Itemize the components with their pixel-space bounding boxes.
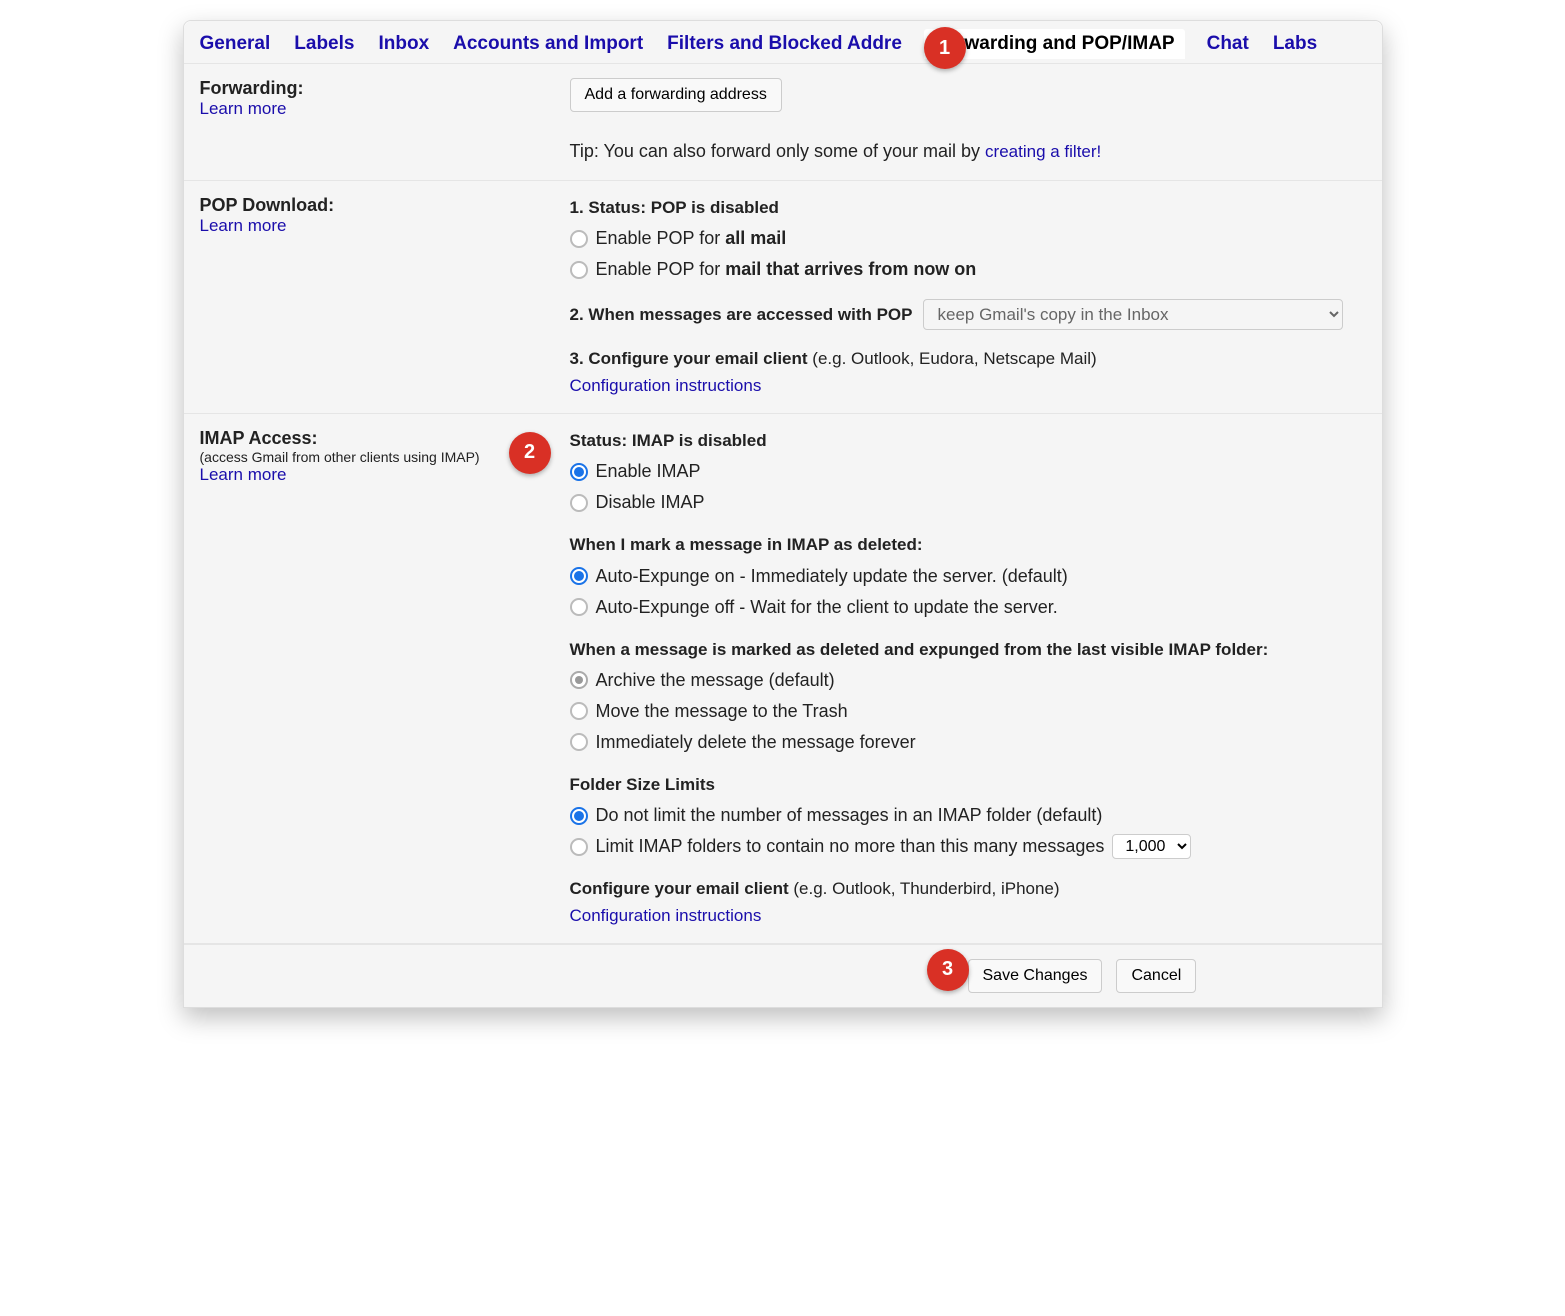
limit-folders-select[interactable]: 1,000 [1112,834,1191,859]
pop-config-suffix: (e.g. Outlook, Eudora, Netscape Mail) [812,349,1096,368]
label-expunge-off: Auto-Expunge off - Wait for the client t… [596,594,1058,621]
pop-configure-heading: 3. Configure your email client (e.g. Out… [570,346,1366,372]
radio-pop-from-now[interactable] [570,261,588,279]
annotation-callout-2: 2 [509,432,551,474]
tab-chat[interactable]: Chat [1207,33,1249,55]
tab-general[interactable]: General [200,33,271,55]
footer-actions: 3 Save Changes Cancel [184,944,1382,1007]
label-limit-folders: Limit IMAP folders to contain no more th… [596,833,1105,860]
tab-accounts[interactable]: Accounts and Import [453,33,643,55]
pop-now-bold: mail that arrives from now on [725,259,976,279]
pop-config-instructions-link[interactable]: Configuration instructions [570,376,762,395]
imap-status-value: IMAP is disabled [632,431,767,450]
annotation-callout-1: 1 [924,27,966,69]
folder-size-heading: Folder Size Limits [570,772,1366,798]
radio-archive-message[interactable] [570,671,588,689]
section-forwarding: Forwarding: Learn more Add a forwarding … [184,64,1382,181]
radio-delete-forever[interactable] [570,733,588,751]
forwarding-learn-more-link[interactable]: Learn more [200,99,287,118]
label-trash-message: Move the message to the Trash [596,698,848,725]
radio-imap-disable[interactable] [570,494,588,512]
label-imap-disable: Disable IMAP [596,489,705,516]
imap-expunged-heading: When a message is marked as deleted and … [570,637,1366,663]
label-archive-message: Archive the message (default) [596,667,835,694]
tab-inbox[interactable]: Inbox [378,33,429,55]
imap-subtext: (access Gmail from other clients using I… [200,449,560,465]
imap-config-suffix: (e.g. Outlook, Thunderbird, iPhone) [793,879,1059,898]
tab-filters[interactable]: Filters and Blocked Addre [667,33,902,55]
radio-trash-message[interactable] [570,702,588,720]
forwarding-tip: Tip: You can also forward only some of y… [570,138,1366,166]
imap-mark-deleted-heading: When I mark a message in IMAP as deleted… [570,532,1366,558]
imap-config-prefix: Configure your email client [570,879,794,898]
imap-status-prefix: Status: [570,431,632,450]
imap-config-instructions-link[interactable]: Configuration instructions [570,906,762,925]
label-imap-enable: Enable IMAP [596,458,701,485]
forwarding-title: Forwarding: [200,78,560,99]
radio-no-limit[interactable] [570,807,588,825]
imap-learn-more-link[interactable]: Learn more [200,465,287,484]
add-forwarding-address-button[interactable]: Add a forwarding address [570,78,782,112]
tab-labs[interactable]: Labs [1273,33,1317,55]
pop-access-heading: 2. When messages are accessed with POP [570,302,913,328]
label-no-limit: Do not limit the number of messages in a… [596,802,1103,829]
pop-title: POP Download: [200,195,560,216]
pop-all-bold: all mail [725,228,786,248]
pop-access-select[interactable]: keep Gmail's copy in the Inbox [923,299,1343,330]
radio-expunge-off[interactable] [570,598,588,616]
label-delete-forever: Immediately delete the message forever [596,729,916,756]
radio-imap-enable[interactable] [570,463,588,481]
radio-expunge-on[interactable] [570,567,588,585]
annotation-callout-3: 3 [927,949,969,991]
label-pop-all-mail: Enable POP for all mail [596,225,787,252]
pop-status-value: POP is disabled [651,198,779,217]
radio-limit-folders[interactable] [570,838,588,856]
pop-config-prefix: 3. Configure your email client [570,349,813,368]
settings-tabs: General Labels Inbox Accounts and Import… [184,21,1382,64]
section-pop: POP Download: Learn more 1. Status: POP … [184,181,1382,414]
tab-labels[interactable]: Labels [294,33,354,55]
creating-filter-link[interactable]: creating a filter! [985,142,1101,161]
imap-status-heading: Status: IMAP is disabled [570,428,1366,454]
radio-pop-all-mail[interactable] [570,230,588,248]
forwarding-tip-text: Tip: You can also forward only some of y… [570,141,986,161]
imap-title: IMAP Access: [200,428,560,449]
label-expunge-on: Auto-Expunge on - Immediately update the… [596,563,1068,590]
save-changes-button[interactable]: Save Changes [968,959,1103,993]
section-imap: 2 IMAP Access: (access Gmail from other … [184,414,1382,944]
pop-status-heading: 1. Status: POP is disabled [570,195,1366,221]
imap-configure-heading: Configure your email client (e.g. Outloo… [570,876,1366,902]
pop-all-prefix: Enable POP for [596,228,726,248]
label-pop-from-now: Enable POP for mail that arrives from no… [596,256,977,283]
cancel-button[interactable]: Cancel [1116,959,1196,993]
pop-now-prefix: Enable POP for [596,259,726,279]
pop-learn-more-link[interactable]: Learn more [200,216,287,235]
pop-status-prefix: 1. Status: [570,198,651,217]
